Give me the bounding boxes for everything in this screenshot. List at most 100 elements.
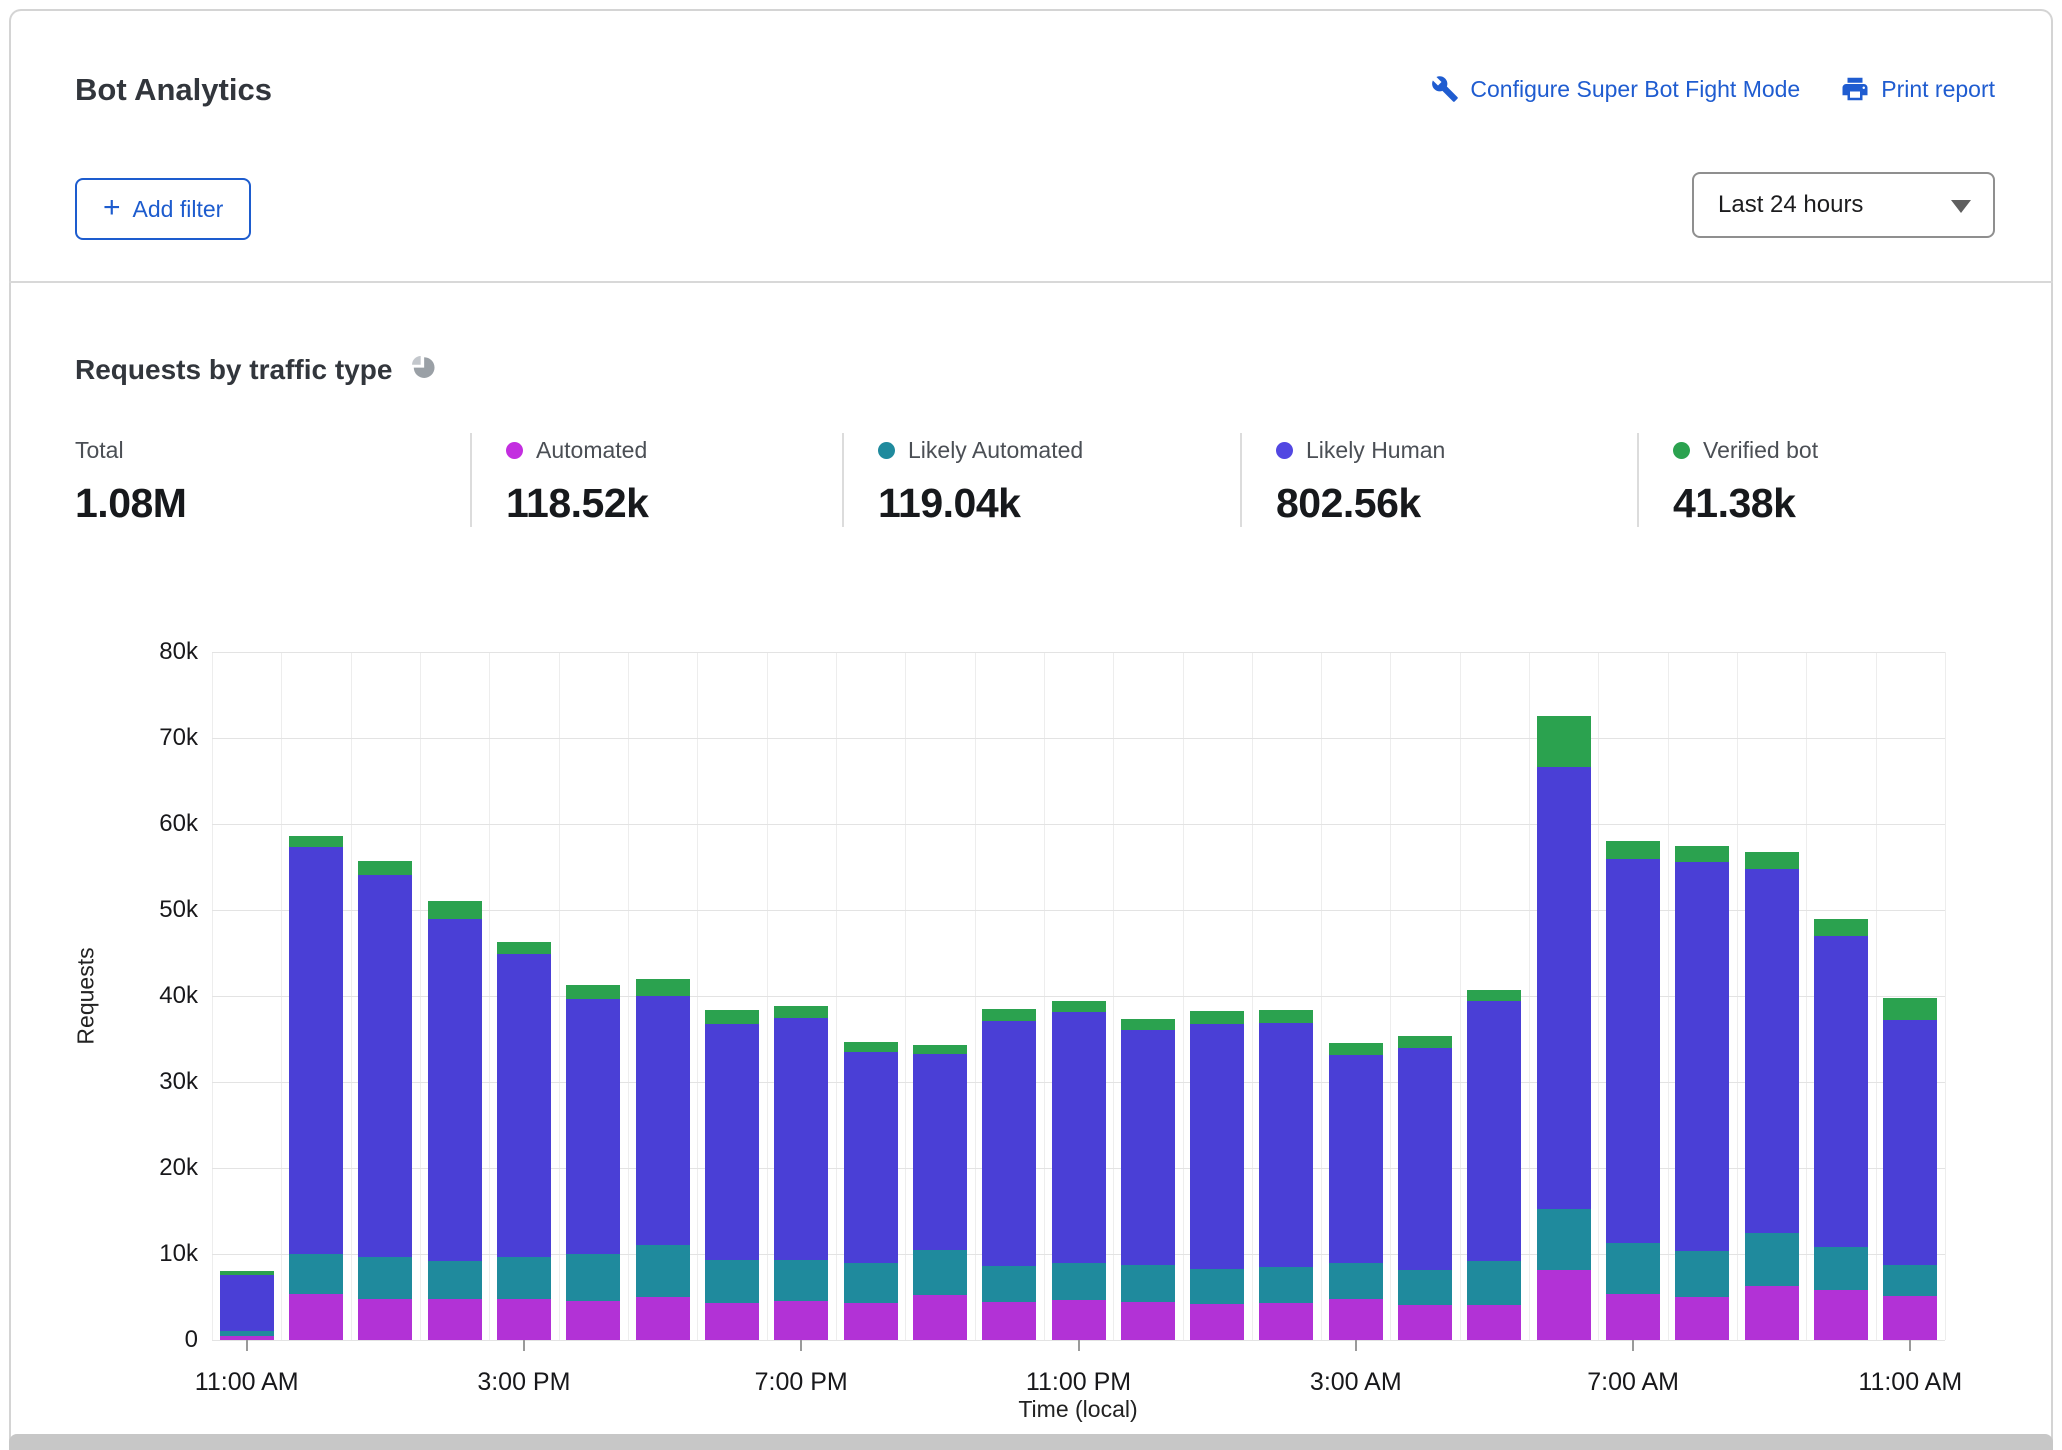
bar-900pm[interactable] bbox=[913, 652, 967, 1340]
stat-likely-human-label: Likely Human bbox=[1306, 437, 1445, 464]
plus-icon: + bbox=[103, 193, 121, 223]
stat-likely-automated-value: 119.04k bbox=[878, 480, 1240, 527]
bar-segment-likely-automated bbox=[1398, 1270, 1452, 1304]
bar-segment-verified-bot bbox=[1537, 716, 1591, 768]
bar-700am[interactable] bbox=[1606, 652, 1660, 1340]
bar-segment-automated bbox=[1259, 1303, 1313, 1340]
bar-segment-verified-bot bbox=[844, 1042, 898, 1052]
configure-link-label: Configure Super Bot Fight Mode bbox=[1470, 76, 1800, 103]
bar-1000am[interactable] bbox=[1814, 652, 1868, 1340]
stat-likely-automated-label: Likely Automated bbox=[908, 437, 1083, 464]
bar-segment-verified-bot bbox=[774, 1006, 828, 1017]
bar-segment-likely-automated bbox=[1537, 1209, 1591, 1269]
stat-likely-automated[interactable]: Likely Automated 119.04k bbox=[842, 433, 1240, 527]
stat-verified-bot[interactable]: Verified bot 41.38k bbox=[1637, 433, 1995, 527]
likely-human-dot-icon bbox=[1276, 442, 1293, 459]
stat-verified-bot-value: 41.38k bbox=[1673, 480, 1995, 527]
bar-segment-likely-automated bbox=[844, 1263, 898, 1303]
bar-segment-automated bbox=[497, 1299, 551, 1340]
bar-segment-automated bbox=[1398, 1305, 1452, 1340]
bar-segment-likely-automated bbox=[1259, 1267, 1313, 1303]
bar-1000pm[interactable] bbox=[982, 652, 1036, 1340]
print-link-label: Print report bbox=[1881, 76, 1995, 103]
add-filter-label: Add filter bbox=[133, 196, 224, 223]
configure-super-bot-fight-mode-link[interactable]: Configure Super Bot Fight Mode bbox=[1431, 75, 1800, 103]
stat-automated[interactable]: Automated 118.52k bbox=[470, 433, 842, 527]
bar-segment-likely-automated bbox=[1883, 1265, 1937, 1296]
bar-segment-likely-automated bbox=[1606, 1243, 1660, 1294]
bar-segment-likely-human bbox=[844, 1052, 898, 1264]
time-range-select[interactable]: Last 24 hours bbox=[1692, 172, 1995, 238]
bar-1100pm[interactable] bbox=[1052, 652, 1106, 1340]
wrench-icon bbox=[1431, 75, 1459, 103]
bar-segment-likely-automated bbox=[497, 1257, 551, 1298]
bar-segment-automated bbox=[982, 1302, 1036, 1340]
bar-500am[interactable] bbox=[1467, 652, 1521, 1340]
bar-segment-likely-automated bbox=[1814, 1247, 1868, 1290]
bar-segment-automated bbox=[1606, 1294, 1660, 1340]
stat-likely-human-value: 802.56k bbox=[1276, 480, 1637, 527]
bar-segment-verified-bot bbox=[1467, 990, 1521, 1001]
bar-segment-likely-human bbox=[1814, 936, 1868, 1247]
bar-segment-automated bbox=[1190, 1304, 1244, 1340]
bar-400am[interactable] bbox=[1398, 652, 1452, 1340]
print-report-link[interactable]: Print report bbox=[1840, 74, 1995, 104]
bar-1200pm[interactable] bbox=[289, 652, 343, 1340]
bar-segment-verified-bot bbox=[1814, 919, 1868, 936]
bar-400pm[interactable] bbox=[566, 652, 620, 1340]
bar-segment-verified-bot bbox=[1052, 1001, 1106, 1012]
bar-segment-likely-automated bbox=[705, 1260, 759, 1303]
stat-total[interactable]: Total 1.08M bbox=[75, 433, 470, 527]
stat-verified-bot-label: Verified bot bbox=[1703, 437, 1818, 464]
bar-segment-likely-human bbox=[1052, 1012, 1106, 1263]
bar-segment-likely-human bbox=[566, 999, 620, 1254]
bar-segment-likely-automated bbox=[1329, 1263, 1383, 1299]
bar-segment-likely-human bbox=[289, 847, 343, 1254]
bar-segment-verified-bot bbox=[1606, 841, 1660, 858]
bar-segment-likely-human bbox=[1675, 862, 1729, 1251]
bar-segment-likely-human bbox=[1398, 1048, 1452, 1270]
bar-segment-likely-human bbox=[358, 875, 412, 1258]
bar-800am[interactable] bbox=[1675, 652, 1729, 1340]
bar-500pm[interactable] bbox=[636, 652, 690, 1340]
bar-segment-verified-bot bbox=[289, 836, 343, 847]
bar-segment-automated bbox=[774, 1301, 828, 1340]
likely-automated-dot-icon bbox=[878, 442, 895, 459]
bar-200am[interactable] bbox=[1259, 652, 1313, 1340]
add-filter-button[interactable]: + Add filter bbox=[75, 178, 251, 240]
bar-segment-automated bbox=[913, 1295, 967, 1340]
bar-100pm[interactable] bbox=[358, 652, 412, 1340]
bar-600pm[interactable] bbox=[705, 652, 759, 1340]
bar-600am[interactable] bbox=[1537, 652, 1591, 1340]
next-section-top-edge bbox=[9, 1434, 2053, 1450]
bar-segment-verified-bot bbox=[566, 985, 620, 1000]
bar-segment-likely-automated bbox=[1675, 1251, 1729, 1297]
bar-900am[interactable] bbox=[1745, 652, 1799, 1340]
bar-1100am[interactable] bbox=[220, 652, 274, 1340]
bar-100am[interactable] bbox=[1190, 652, 1244, 1340]
bar-segment-verified-bot bbox=[1190, 1011, 1244, 1024]
chevron-down-icon bbox=[1951, 200, 1971, 213]
stat-total-value: 1.08M bbox=[75, 480, 470, 527]
bar-1100am[interactable] bbox=[1883, 652, 1937, 1340]
automated-dot-icon bbox=[506, 442, 523, 459]
bar-300am[interactable] bbox=[1329, 652, 1383, 1340]
bar-700pm[interactable] bbox=[774, 652, 828, 1340]
bar-segment-verified-bot bbox=[913, 1045, 967, 1054]
bar-segment-likely-automated bbox=[982, 1266, 1036, 1302]
bar-segment-automated bbox=[636, 1297, 690, 1340]
bar-segment-likely-automated bbox=[774, 1260, 828, 1301]
bar-200pm[interactable] bbox=[428, 652, 482, 1340]
bar-segment-likely-automated bbox=[1745, 1233, 1799, 1286]
bar-800pm[interactable] bbox=[844, 652, 898, 1340]
bar-1200am[interactable] bbox=[1121, 652, 1175, 1340]
bar-segment-likely-human bbox=[913, 1054, 967, 1250]
bar-segment-likely-automated bbox=[1190, 1269, 1244, 1304]
bar-segment-verified-bot bbox=[1398, 1036, 1452, 1048]
stat-likely-human[interactable]: Likely Human 802.56k bbox=[1240, 433, 1637, 527]
bar-segment-automated bbox=[1052, 1300, 1106, 1340]
bar-300pm[interactable] bbox=[497, 652, 551, 1340]
bar-segment-likely-human bbox=[982, 1021, 1036, 1266]
bar-segment-automated bbox=[289, 1294, 343, 1340]
bar-segment-likely-human bbox=[1537, 767, 1591, 1209]
